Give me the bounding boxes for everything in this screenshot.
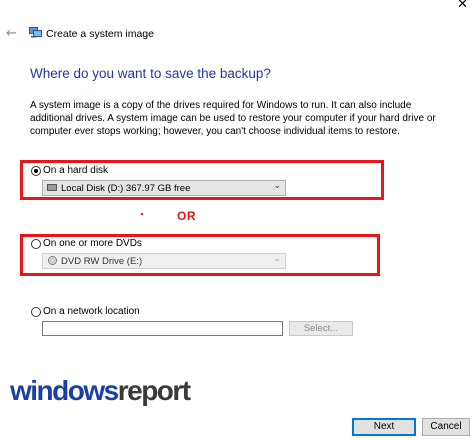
label-dvd[interactable]: On one or more DVDs xyxy=(43,238,142,249)
dvd-dropdown[interactable]: DVD RW Drive (E:) ⌄ xyxy=(42,253,286,269)
or-annotation: OR xyxy=(177,209,196,223)
wizard-title: Create a system image xyxy=(46,28,154,40)
select-network-button[interactable]: Select... xyxy=(289,321,353,336)
network-path-input[interactable] xyxy=(42,321,283,336)
watermark-logo: windowsreport xyxy=(10,375,191,406)
chevron-down-icon: ⌄ xyxy=(273,181,281,191)
annotation-dot xyxy=(141,213,143,215)
system-image-icon xyxy=(29,27,42,38)
hard-disk-dropdown-value: Local Disk (D:) 367.97 GB free xyxy=(61,183,191,194)
next-button[interactable]: Next xyxy=(352,418,416,436)
dvd-drive-icon xyxy=(48,256,57,265)
dvd-dropdown-value: DVD RW Drive (E:) xyxy=(61,256,143,267)
hard-drive-icon xyxy=(47,184,57,191)
radio-network[interactable] xyxy=(31,307,41,317)
label-network[interactable]: On a network location xyxy=(43,306,140,317)
hard-disk-dropdown[interactable]: Local Disk (D:) 367.97 GB free ⌄ xyxy=(42,180,286,196)
cancel-button[interactable]: Cancel xyxy=(422,418,470,436)
description-text: A system image is a copy of the drives r… xyxy=(30,100,436,137)
page-heading: Where do you want to save the backup? xyxy=(30,66,271,81)
back-arrow-icon[interactable]: ← xyxy=(6,26,17,41)
label-hard-disk[interactable]: On a hard disk xyxy=(43,165,108,176)
radio-dvd[interactable] xyxy=(31,239,41,249)
close-window-button[interactable]: ✕ xyxy=(457,0,468,12)
chevron-down-icon: ⌄ xyxy=(273,254,281,264)
title-bar xyxy=(0,0,474,14)
radio-hard-disk[interactable] xyxy=(31,166,41,176)
